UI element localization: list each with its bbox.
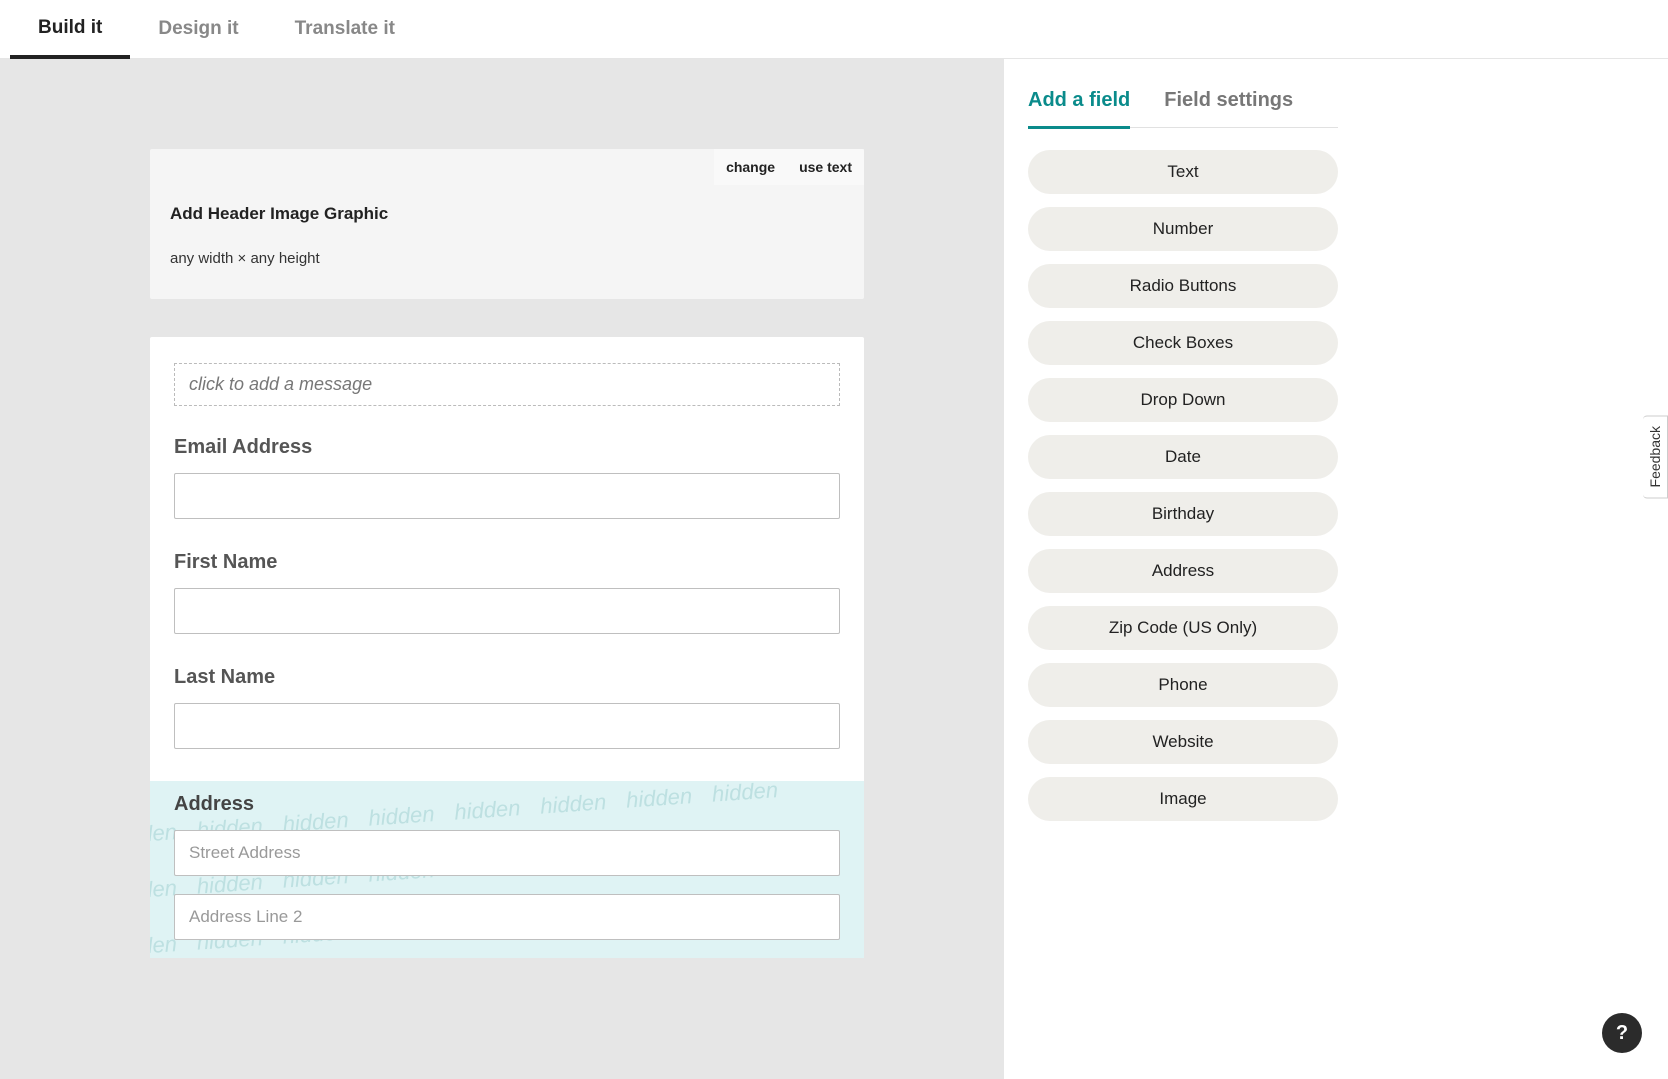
use-text-button[interactable]: use text xyxy=(787,149,864,185)
top-tabs: Build it Design it Translate it xyxy=(0,0,1668,59)
field-type-zipcode[interactable]: Zip Code (US Only) xyxy=(1028,606,1338,650)
main-area: change use text Add Header Image Graphic… xyxy=(0,59,1668,1079)
field-type-image[interactable]: Image xyxy=(1028,777,1338,821)
sidebar: Add a field Field settings Text Number R… xyxy=(1004,59,1338,1079)
field-type-date[interactable]: Date xyxy=(1028,435,1338,479)
field-type-address[interactable]: Address xyxy=(1028,549,1338,593)
message-input[interactable]: click to add a message xyxy=(174,363,840,406)
tab-design[interactable]: Design it xyxy=(130,0,266,59)
field-address-hidden[interactable]: hiddenhiddenhiddenhiddenhiddenhiddenhidd… xyxy=(150,781,864,958)
field-type-phone[interactable]: Phone xyxy=(1028,663,1338,707)
field-type-checkboxes[interactable]: Check Boxes xyxy=(1028,321,1338,365)
field-label-email: Email Address xyxy=(174,436,840,459)
field-first-name[interactable]: First Name xyxy=(174,551,840,634)
header-image-card[interactable]: change use text Add Header Image Graphic… xyxy=(150,149,864,299)
field-type-website[interactable]: Website xyxy=(1028,720,1338,764)
help-button[interactable]: ? xyxy=(1602,1013,1642,1053)
help-icon: ? xyxy=(1616,1022,1628,1045)
tab-build[interactable]: Build it xyxy=(10,0,130,59)
field-label-first-name: First Name xyxy=(174,551,840,574)
change-button[interactable]: change xyxy=(714,149,787,185)
header-actions: change use text xyxy=(714,149,864,185)
field-type-radio[interactable]: Radio Buttons xyxy=(1028,264,1338,308)
tab-translate[interactable]: Translate it xyxy=(267,0,423,59)
field-label-last-name: Last Name xyxy=(174,666,840,689)
field-type-dropdown[interactable]: Drop Down xyxy=(1028,378,1338,422)
feedback-tab[interactable]: Feedback xyxy=(1643,415,1668,498)
header-subtitle: any width × any height xyxy=(170,250,844,267)
field-label-address: Address xyxy=(174,793,840,816)
last-name-input[interactable] xyxy=(174,703,840,749)
field-type-birthday[interactable]: Birthday xyxy=(1028,492,1338,536)
field-type-text[interactable]: Text xyxy=(1028,150,1338,194)
sidebar-tabs: Add a field Field settings xyxy=(1028,79,1338,128)
tab-field-settings[interactable]: Field settings xyxy=(1164,79,1293,127)
street-address-input[interactable] xyxy=(174,830,840,876)
field-type-number[interactable]: Number xyxy=(1028,207,1338,251)
address-line2-input[interactable] xyxy=(174,894,840,940)
email-input[interactable] xyxy=(174,473,840,519)
field-email[interactable]: Email Address xyxy=(174,436,840,519)
field-type-list: Text Number Radio Buttons Check Boxes Dr… xyxy=(1028,150,1338,821)
field-last-name[interactable]: Last Name xyxy=(174,666,840,749)
form-canvas: change use text Add Header Image Graphic… xyxy=(0,59,1004,1079)
first-name-input[interactable] xyxy=(174,588,840,634)
header-title: Add Header Image Graphic xyxy=(170,204,844,224)
tab-add-field[interactable]: Add a field xyxy=(1028,79,1130,129)
form-card: click to add a message Email Address Fir… xyxy=(150,337,864,958)
